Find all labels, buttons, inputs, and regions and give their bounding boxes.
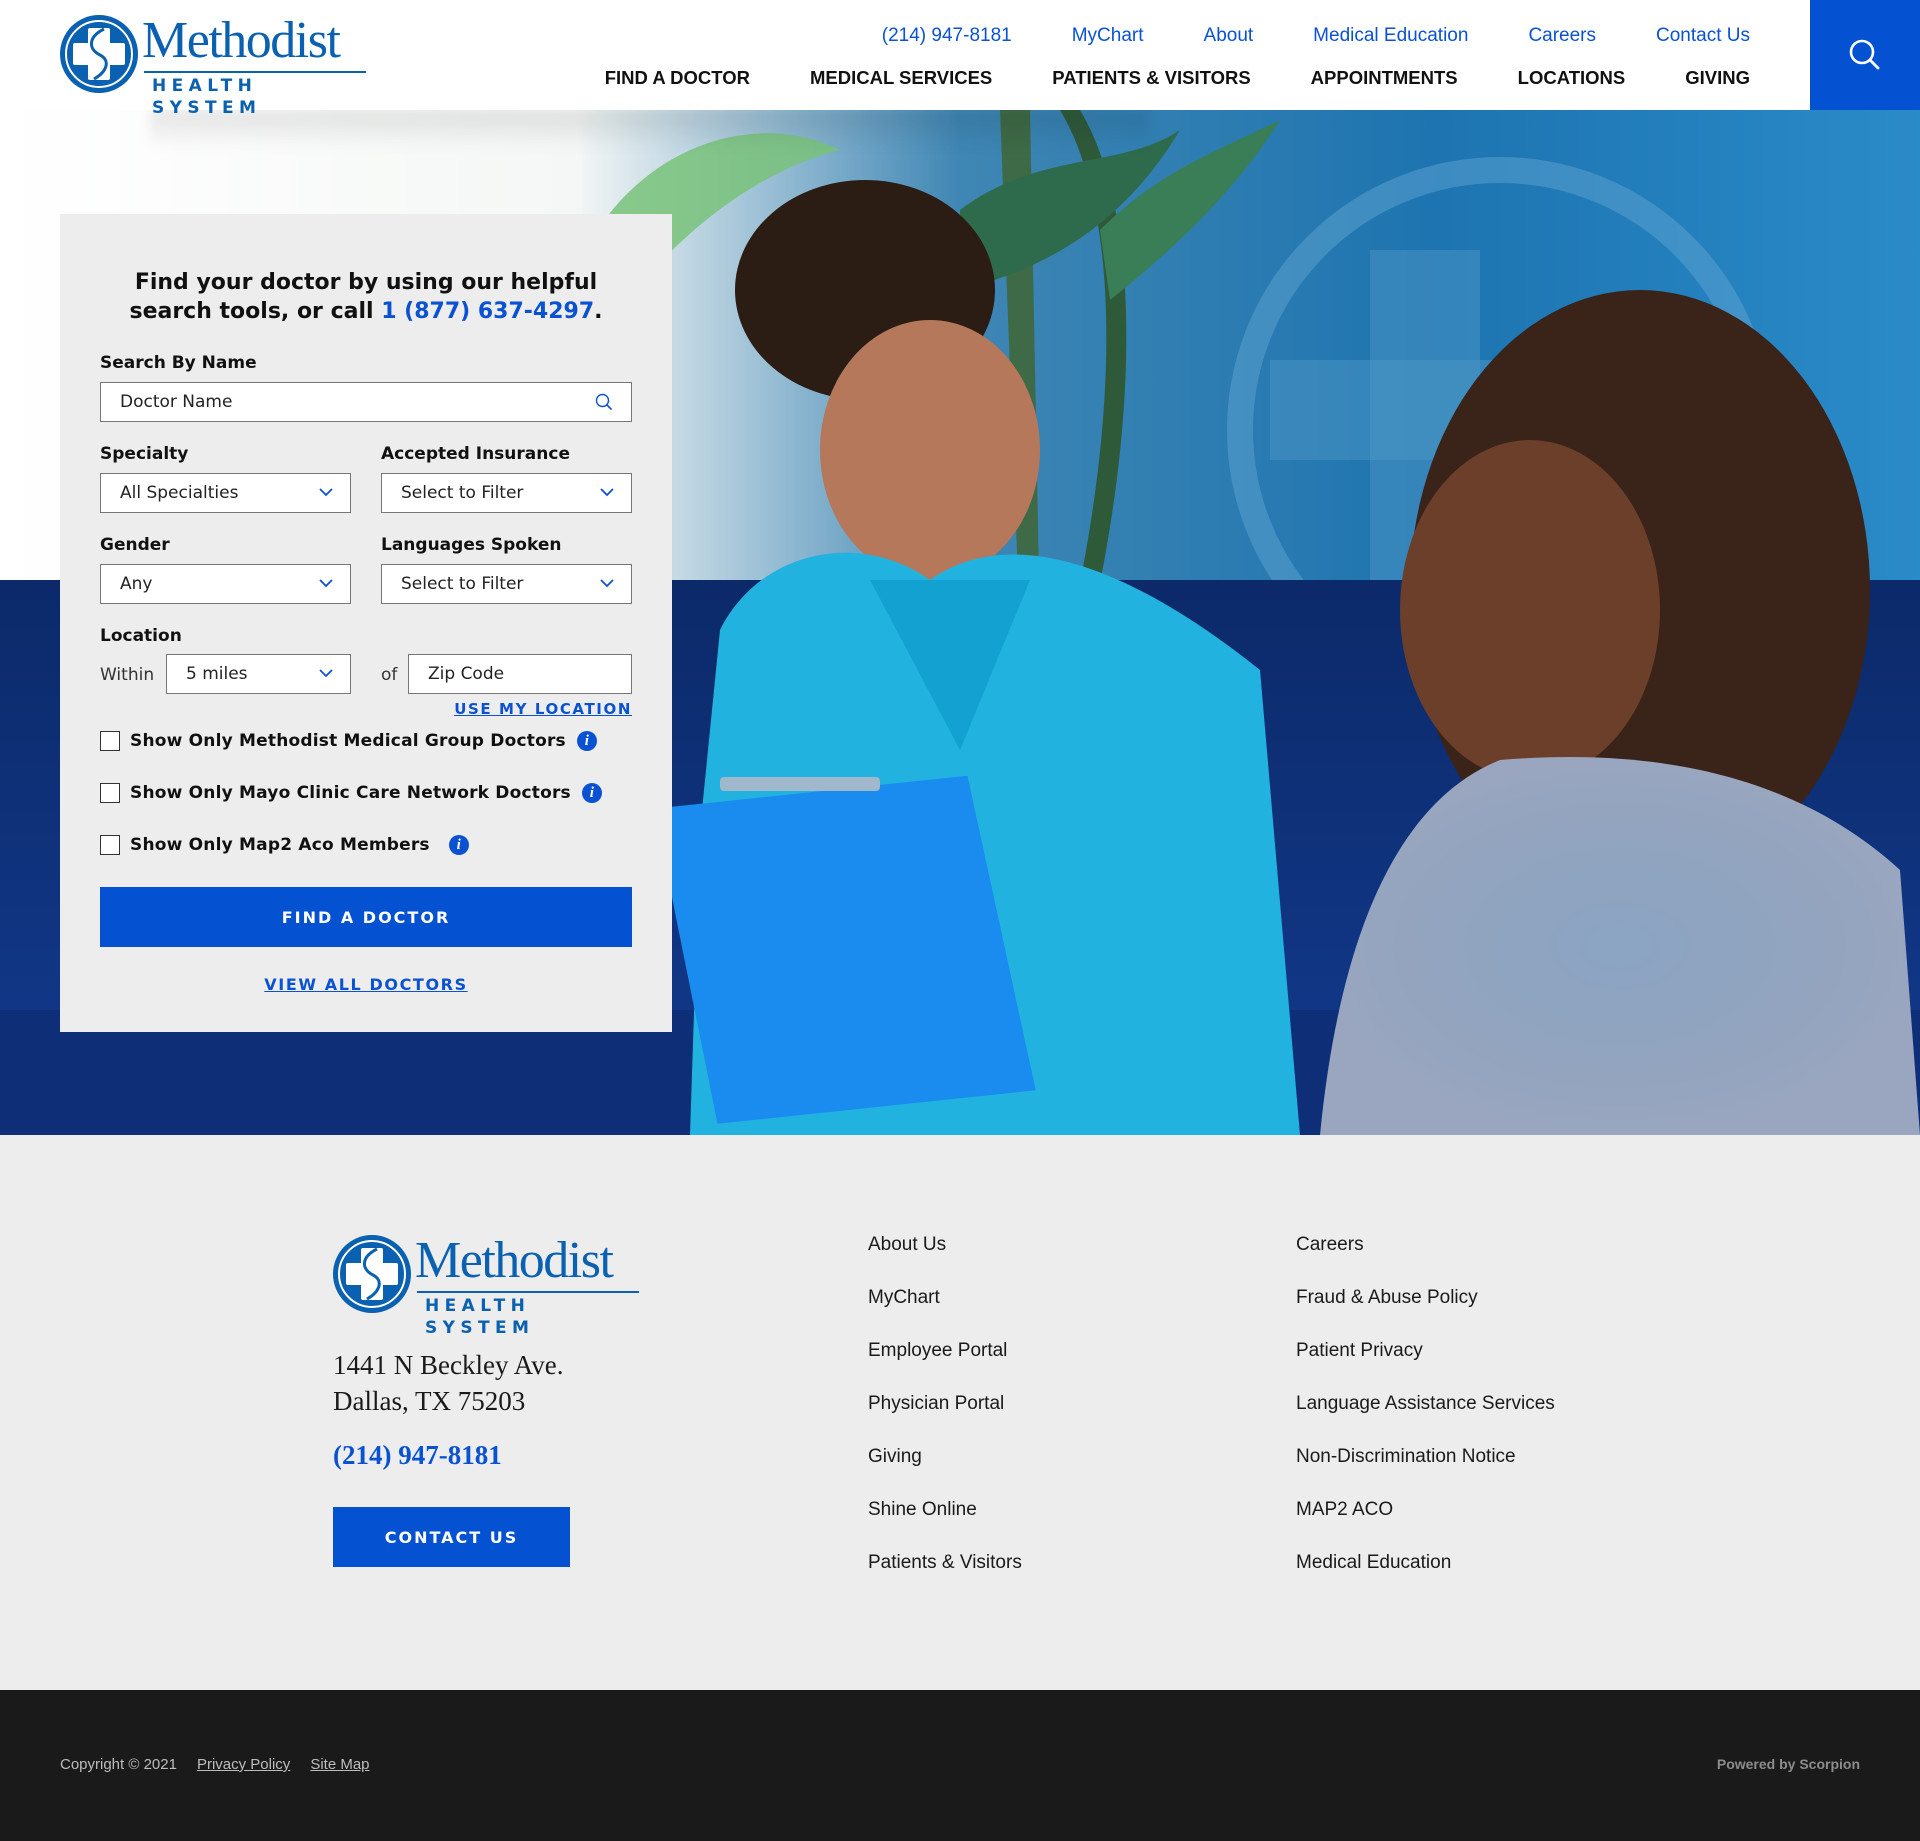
search-icon [1849,39,1880,70]
doctor-name-input[interactable]: Doctor Name [100,382,632,422]
util-link-medical-education[interactable]: Medical Education [1313,24,1468,48]
footer-link[interactable]: Careers [1296,1233,1555,1286]
copyright-text: Copyright © 2021 [60,1756,177,1773]
languages-label: Languages Spoken [381,535,562,555]
util-link-contact-us[interactable]: Contact Us [1656,24,1750,48]
of-label: of [381,665,398,685]
chevron-down-icon [600,579,614,588]
site-search-button[interactable] [1810,0,1920,110]
gender-select[interactable]: Any [100,564,351,604]
zip-code-input[interactable]: Zip Code [408,654,632,694]
footer-address: 1441 N Beckley Ave. Dallas, TX 75203 [333,1350,564,1416]
checkbox-label[interactable]: Show Only Map2 Aco Members [130,835,430,855]
location-label: Location [100,626,182,646]
insurance-select[interactable]: Select to Filter [381,473,632,513]
search-icon[interactable] [595,393,613,411]
logo-emblem-icon [60,15,138,93]
util-link-phone[interactable]: (214) 947-8181 [882,24,1012,48]
util-link-about[interactable]: About [1204,24,1254,48]
panel-title: Find your doctor by using our helpful se… [129,270,603,324]
utility-nav: (214) 947-8181 MyChart About Medical Edu… [822,24,1750,48]
nav-appointments[interactable]: APPOINTMENTS [1311,66,1458,90]
footer-link[interactable]: MyChart [868,1286,1022,1339]
chevron-down-icon [319,579,333,588]
checkbox-label[interactable]: Show Only Methodist Medical Group Doctor… [130,731,566,751]
nav-find-a-doctor[interactable]: FIND A DOCTOR [605,66,750,90]
footer-link[interactable]: MAP2 ACO [1296,1498,1555,1551]
view-all-doctors-link[interactable]: VIEW ALL DOCTORS [60,975,672,994]
nav-locations[interactable]: LOCATIONS [1518,66,1626,90]
bottom-bar: Copyright © 2021 Privacy Policy Site Map… [0,1690,1920,1841]
footer-link[interactable]: Physician Portal [868,1392,1022,1445]
footer-links-col1: About Us MyChart Employee Portal Physici… [868,1233,1022,1604]
checkbox[interactable] [100,783,120,803]
methodist-logo[interactable]: Methodist HEALTH SYSTEM [60,12,366,118]
site-header: Methodist HEALTH SYSTEM (214) 947-8181 M… [0,0,1920,118]
site-map-link[interactable]: Site Map [310,1756,369,1773]
logo-wordmark: Methodist [142,12,341,69]
checkbox[interactable] [100,731,120,751]
info-icon[interactable]: i [576,731,597,751]
footer-link[interactable]: Giving [868,1445,1022,1498]
filter-map2-aco: Show Only Map2 Aco Members i [100,832,469,858]
checkbox-label[interactable]: Show Only Mayo Clinic Care Network Docto… [130,783,571,803]
main-nav: FIND A DOCTOR MEDICAL SERVICES PATIENTS … [545,66,1750,90]
use-my-location-link[interactable]: USE MY LOCATION [454,700,632,718]
footer-link[interactable]: Medical Education [1296,1551,1555,1604]
util-link-careers[interactable]: Careers [1528,24,1596,48]
footer-link[interactable]: Non-Discrimination Notice [1296,1445,1555,1498]
footer-link[interactable]: Patient Privacy [1296,1339,1555,1392]
insurance-label: Accepted Insurance [381,444,570,464]
footer-link[interactable]: Fraud & Abuse Policy [1296,1286,1555,1339]
logo-emblem-icon [333,1235,411,1313]
footer-link[interactable]: Language Assistance Services [1296,1392,1555,1445]
within-label: Within [100,665,155,685]
filter-methodist-medical-group: Show Only Methodist Medical Group Doctor… [100,728,597,754]
logo-subtitle: HEALTH SYSTEM [425,1296,535,1338]
chevron-down-icon [600,488,614,497]
nav-patients-visitors[interactable]: PATIENTS & VISITORS [1052,66,1250,90]
legal-links: Copyright © 2021 Privacy Policy Site Map [60,1756,370,1773]
site-footer: Methodist HEALTH SYSTEM 1441 N Beckley A… [0,1135,1920,1690]
info-icon[interactable]: i [448,835,469,855]
chevron-down-icon [319,488,333,497]
footer-logo[interactable]: Methodist HEALTH SYSTEM [333,1232,639,1338]
util-link-mychart[interactable]: MyChart [1072,24,1144,48]
footer-link[interactable]: Shine Online [868,1498,1022,1551]
specialty-select[interactable]: All Specialties [100,473,351,513]
search-by-name-label: Search By Name [100,353,257,373]
footer-link[interactable]: Employee Portal [868,1339,1022,1392]
chevron-down-icon [319,669,333,678]
distance-select[interactable]: 5 miles [166,654,351,694]
powered-by-link[interactable]: Powered by Scorpion [1717,1756,1860,1772]
nav-medical-services[interactable]: MEDICAL SERVICES [810,66,992,90]
find-doctor-panel: Find your doctor by using our helpful se… [60,214,672,1032]
info-icon[interactable]: i [581,783,602,803]
footer-link[interactable]: Patients & Visitors [868,1551,1022,1604]
footer-phone-link[interactable]: (214) 947-8181 [333,1440,502,1471]
footer-link[interactable]: About Us [868,1233,1022,1286]
specialty-label: Specialty [100,444,189,464]
contact-us-button[interactable]: CONTACT US [333,1507,570,1567]
gender-label: Gender [100,535,170,555]
checkbox[interactable] [100,835,120,855]
logo-subtitle: HEALTH SYSTEM [152,76,262,118]
privacy-policy-link[interactable]: Privacy Policy [197,1756,290,1773]
find-a-doctor-button[interactable]: FIND A DOCTOR [100,887,632,947]
nav-giving[interactable]: GIVING [1685,66,1750,90]
filter-mayo-clinic-network: Show Only Mayo Clinic Care Network Docto… [100,780,602,806]
languages-select[interactable]: Select to Filter [381,564,632,604]
logo-wordmark: Methodist [415,1232,614,1289]
finder-phone-link[interactable]: 1 (877) 637-4297 [381,299,594,324]
footer-links-col2: Careers Fraud & Abuse Policy Patient Pri… [1296,1233,1555,1604]
